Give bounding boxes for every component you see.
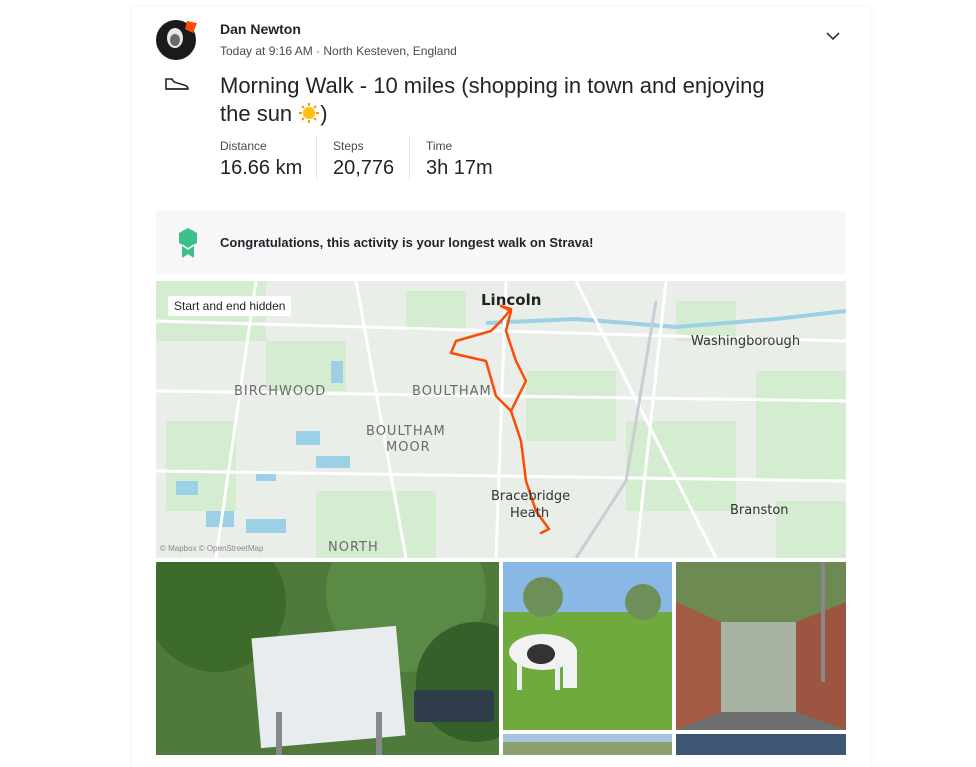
sun-emoji-icon (299, 103, 320, 123)
activity-photo-3[interactable] (676, 562, 846, 730)
map-label-branston: Branston (730, 503, 789, 518)
stat-label: Time (426, 139, 453, 153)
stat-value: 16.66 km (220, 157, 303, 179)
map-label-bracebridge-2: Heath (510, 506, 550, 521)
photo-horse-image (503, 562, 672, 730)
photo-signboard-image (156, 562, 499, 755)
activity-title[interactable]: Morning Walk - 10 miles (shopping in tow… (220, 72, 780, 128)
stat-label: Steps (333, 139, 364, 153)
map-label-boultham-moor: BOULTHAM (366, 424, 446, 439)
map-attribution: © Mapbox © OpenStreetMap (160, 544, 264, 553)
chevron-down-icon[interactable] (824, 29, 842, 43)
stat-value: 20,776 (333, 157, 395, 179)
map-label-birchwood: BIRCHWOOD (234, 384, 327, 399)
athlete-name[interactable]: Dan Newton (220, 21, 301, 37)
map-label-boultham: BOULTHAM (412, 384, 492, 399)
stat-steps: Steps 20,776 (333, 139, 394, 180)
photo-4-image (503, 734, 672, 755)
photo-5-image (676, 734, 846, 755)
achievement-text: Congratulations, this activity is your l… (220, 235, 594, 250)
map-label-north-hykeham: NORTH (328, 540, 379, 555)
activity-photo-5[interactable] (676, 734, 846, 755)
stat-value: 3h 17m (426, 157, 493, 179)
stat-divider (409, 136, 410, 180)
photo-alley-image (676, 562, 846, 730)
activity-photo-4[interactable] (503, 734, 672, 755)
map-label-washingborough: Washingborough (691, 334, 801, 349)
map-label-lincoln: Lincoln (481, 291, 542, 309)
activity-photo-2[interactable] (503, 562, 672, 730)
activity-meta: Today at 9:16 AM · North Kesteven, Engla… (220, 44, 457, 58)
stat-divider (316, 136, 317, 180)
stat-distance: Distance 16.66 km (220, 139, 302, 180)
shoe-icon (165, 78, 189, 90)
stat-time: Time 3h 17m (426, 139, 493, 180)
activity-photo-1[interactable] (156, 562, 499, 755)
start-end-hidden-badge: Start and end hidden (168, 296, 292, 316)
achievement-ribbon-icon (179, 228, 197, 258)
map-label-boultham-moor-2: MOOR (386, 440, 431, 455)
map-label-bracebridge: Bracebridge (491, 489, 571, 504)
stat-label: Distance (220, 139, 267, 153)
athlete-avatar[interactable] (155, 19, 197, 61)
